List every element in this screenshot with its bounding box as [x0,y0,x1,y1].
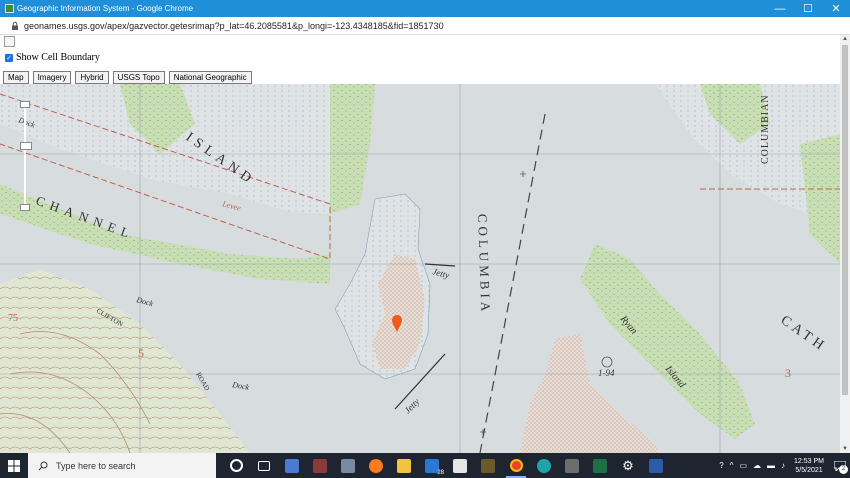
photos-app-icon[interactable] [278,453,306,478]
zoom-handle[interactable] [20,142,32,150]
minimize-button[interactable]: — [766,0,794,17]
start-button[interactable] [0,453,28,478]
chevron-up-icon[interactable]: ^ [730,461,734,470]
scroll-up-icon[interactable]: ▲ [842,36,848,42]
windows-logo-icon [8,459,20,472]
map-type-usgs-topo-button[interactable]: USGS Topo [112,71,165,84]
show-cell-boundary-row[interactable]: ✓ Show Cell Boundary [5,52,100,63]
address-bar[interactable]: geonames.usgs.gov/apex/gazvector.getesri… [0,17,850,35]
label-section-3: 3 [785,366,791,380]
cloud-icon[interactable]: ☁ [753,461,761,470]
vertical-scrollbar[interactable]: ▲ ▼ [840,35,850,453]
show-cell-boundary-checkbox[interactable]: ✓ [5,53,13,62]
topo-map[interactable]: ISLAND CHANNEL COLUMBIA COLUMBIAN CATH J… [0,84,840,453]
word-icon[interactable] [642,453,670,478]
display-icon[interactable]: ▭ [739,461,747,470]
zoom-out-end[interactable] [20,204,30,211]
game-app-icon[interactable] [474,453,502,478]
notification-count: 2 [839,465,848,474]
windows-taskbar: Type here to search 28 ⚙ ? ^ ▭ ☁ ▬ ♪ 12:… [0,453,850,478]
window-title: Geographic Information System - Google C… [17,4,194,13]
taskbar-search-box[interactable]: Type here to search [28,453,216,478]
mail-badge: 28 [437,470,444,476]
battery-icon[interactable]: ▬ [767,461,775,470]
map-type-hybrid-button[interactable]: Hybrid [75,71,109,84]
video-app-icon[interactable] [334,453,362,478]
firefox-icon[interactable] [362,453,390,478]
media-app-icon[interactable] [306,453,334,478]
zoom-slider[interactable] [20,101,32,211]
scroll-down-icon[interactable]: ▼ [842,446,848,452]
file-explorer-icon[interactable] [390,453,418,478]
search-icon [38,461,48,470]
label-section-5: 5 [138,346,144,360]
settings-gear-icon[interactable]: ⚙ [614,453,642,478]
excel-icon[interactable] [586,453,614,478]
mail-icon[interactable]: 28 [418,453,446,478]
clock-date: 5/5/2021 [795,466,823,474]
topo-map-canvas[interactable]: ISLAND CHANNEL COLUMBIA COLUMBIAN CATH J… [0,84,840,453]
edge-icon[interactable] [530,453,558,478]
notification-center-icon[interactable]: 2 [830,453,850,478]
cortana-icon[interactable] [222,453,250,478]
map-type-national-geographic-button[interactable]: National Geographic [168,71,252,84]
map-type-imagery-button[interactable]: Imagery [32,71,72,84]
label-columbian: COLUMBIAN [760,94,771,164]
label-section-75: 75 [8,313,18,324]
search-placeholder: Type here to search [56,460,136,471]
zoom-track[interactable] [24,104,26,206]
page-content: ✓ Show Cell Boundary Map Imagery Hybrid … [0,35,840,453]
lock-icon [12,21,18,30]
system-clock[interactable]: 12:53 PM 5/5/2021 [794,457,824,475]
volume-icon[interactable]: ♪ [781,461,785,470]
help-icon[interactable]: ? [719,461,723,470]
url-text[interactable]: geonames.usgs.gov/apex/gazvector.getesri… [24,21,444,31]
system-tray: ? ^ ▭ ☁ ▬ ♪ 12:53 PM 5/5/2021 2 [716,453,850,478]
map-type-buttons: Map Imagery Hybrid USGS Topo National Ge… [3,71,252,84]
calculator-icon[interactable] [558,453,586,478]
scrollbar-thumb[interactable] [842,45,848,395]
show-cell-boundary-label: Show Cell Boundary [16,52,100,63]
maximize-button[interactable]: ☐ [794,0,822,17]
clock-time: 12:53 PM [794,457,824,465]
zoom-in-end[interactable] [20,101,30,108]
chrome-icon[interactable] [502,453,530,478]
task-view-icon[interactable] [250,453,278,478]
taskbar-pinned-apps: 28 ⚙ [222,453,670,478]
map-type-map-button[interactable]: Map [3,71,29,84]
broken-image-icon [4,36,15,47]
label-1-94: 1-94 [598,368,615,378]
window-titlebar: Geographic Information System - Google C… [0,0,850,17]
usgs-favicon-icon [5,4,14,13]
close-button[interactable]: ✕ [822,0,850,17]
store-icon[interactable] [446,453,474,478]
